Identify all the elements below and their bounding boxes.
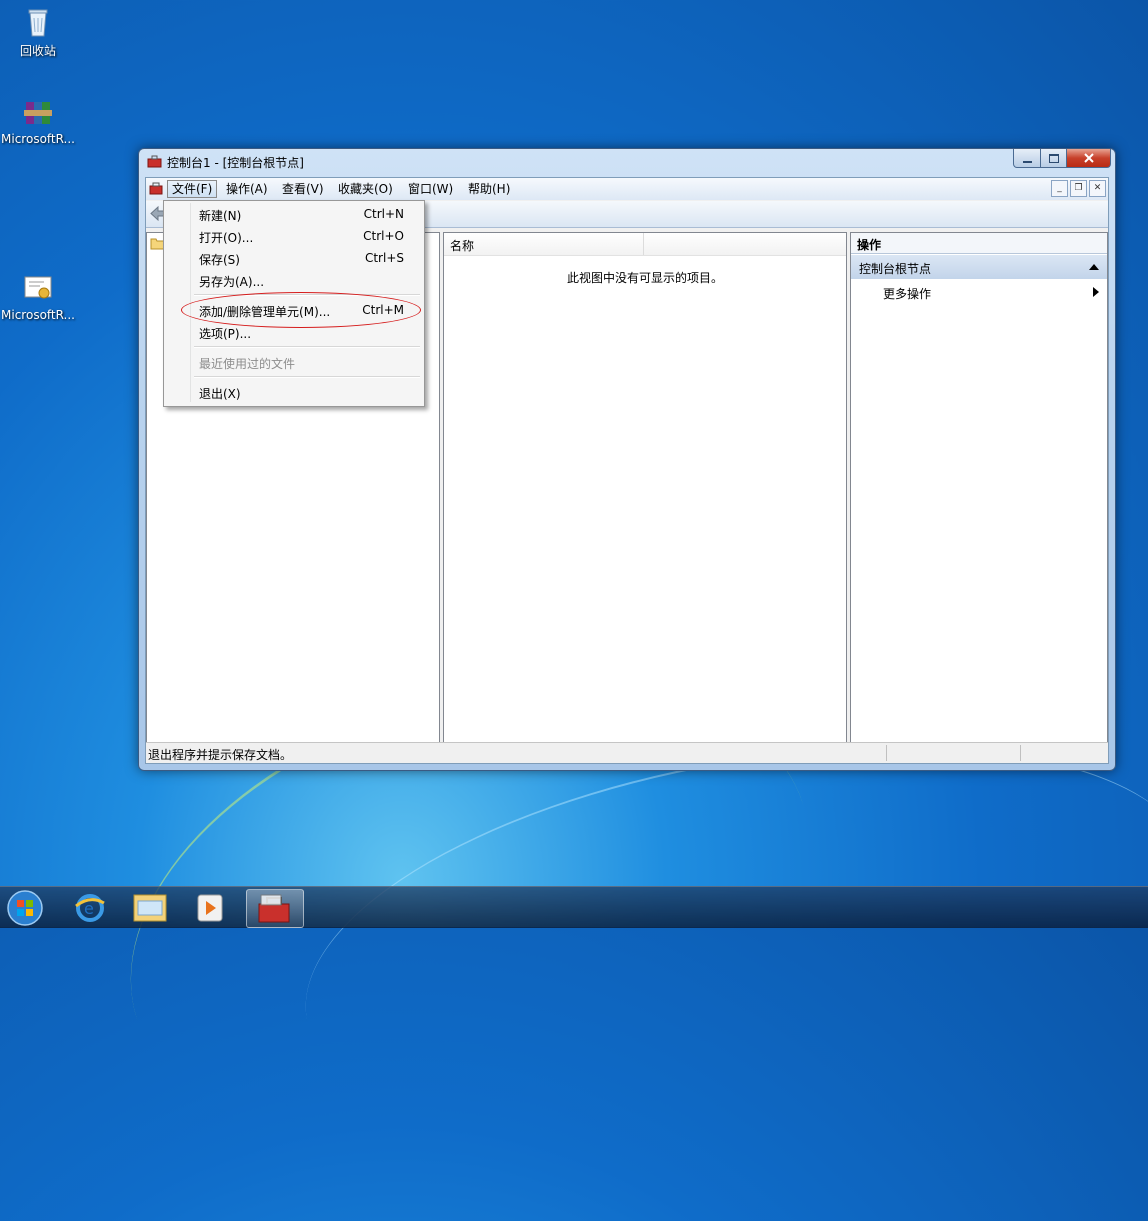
- status-divider: [1020, 745, 1021, 761]
- actions-node-label: 控制台根节点: [859, 262, 932, 276]
- menu-item-new[interactable]: 新建(N) Ctrl+N: [166, 203, 422, 225]
- mdi-minimize-button[interactable]: _: [1051, 180, 1068, 197]
- menu-item-label: 添加/删除管理单元(M)...: [199, 305, 331, 319]
- menu-item-recent-files: 最近使用过的文件: [166, 351, 422, 373]
- desktop-icon-label: MicrosoftR...: [1, 308, 75, 322]
- certificate-icon: [22, 272, 54, 304]
- taskbar-explorer-button[interactable]: [122, 889, 178, 926]
- menu-favorites[interactable]: 收藏夹(O): [334, 181, 397, 197]
- taskbar-mmc-button[interactable]: [246, 889, 304, 928]
- menu-item-label: 打开(O)...: [199, 231, 254, 245]
- menu-separator: [194, 346, 420, 348]
- taskbar: e: [0, 886, 1148, 928]
- svg-text:e: e: [84, 899, 94, 918]
- file-menu-dropdown: 新建(N) Ctrl+N 打开(O)... Ctrl+O 保存(S) Ctrl+…: [163, 200, 425, 407]
- menu-file[interactable]: 文件(F): [167, 180, 218, 198]
- close-button[interactable]: [1067, 149, 1111, 168]
- actions-node-section[interactable]: 控制台根节点: [851, 255, 1107, 279]
- actions-title: 操作: [857, 238, 882, 252]
- menu-item-shortcut: Ctrl+S: [364, 251, 404, 265]
- menu-item-shortcut: Ctrl+M: [362, 303, 404, 317]
- submenu-arrow-icon: [1093, 287, 1099, 297]
- taskbar-media-player-button[interactable]: [182, 889, 238, 926]
- menu-item-label: 选项(P)...: [199, 327, 252, 341]
- internet-explorer-icon: e: [75, 894, 105, 922]
- desktop-icon-recycle-bin[interactable]: 回收站: [0, 6, 76, 59]
- collapse-arrow-icon[interactable]: [1089, 264, 1099, 270]
- minimize-button[interactable]: [1013, 149, 1041, 168]
- column-separator[interactable]: [643, 233, 644, 255]
- menu-item-options[interactable]: 选项(P)...: [166, 321, 422, 343]
- start-button[interactable]: [4, 888, 46, 928]
- menu-item-label: 保存(S): [199, 253, 240, 267]
- menu-item-save-as[interactable]: 另存为(A)...: [166, 269, 422, 291]
- desktop-icon-label: 回收站: [19, 44, 56, 58]
- restore-icon: ❐: [1074, 183, 1083, 193]
- minimize-icon: _: [1057, 183, 1062, 193]
- close-icon: [1083, 153, 1094, 163]
- menu-separator: [194, 376, 420, 378]
- status-divider: [886, 745, 887, 761]
- menu-help[interactable]: 帮助(H): [464, 181, 514, 197]
- taskbar-ie-button[interactable]: e: [62, 889, 118, 926]
- maximize-icon: [1048, 153, 1059, 163]
- menu-action[interactable]: 操作(A): [222, 181, 272, 197]
- media-player-icon: [197, 894, 223, 922]
- menu-item-label: 退出(X): [199, 387, 241, 401]
- recycle-bin-icon: [22, 6, 54, 38]
- menu-item-label: 最近使用过的文件: [199, 357, 296, 371]
- menu-window[interactable]: 窗口(W): [404, 181, 457, 197]
- status-bar: 退出程序并提示保存文档。: [146, 742, 1108, 763]
- folder-icon: [133, 894, 167, 922]
- desktop-icon-label: MicrosoftR...: [1, 132, 75, 146]
- title-bar[interactable]: 控制台1 - [控制台根节点]: [139, 149, 1115, 175]
- actions-pane: 操作 控制台根节点 更多操作: [850, 232, 1108, 743]
- more-actions-label: 更多操作: [883, 287, 932, 301]
- mdi-restore-button[interactable]: ❐: [1070, 180, 1087, 197]
- window-title: 控制台1 - [控制台根节点]: [167, 156, 304, 170]
- menu-item-exit[interactable]: 退出(X): [166, 381, 422, 403]
- menu-item-add-remove-snapin[interactable]: 添加/删除管理单元(M)... Ctrl+M: [166, 299, 422, 321]
- minimize-icon: [1022, 160, 1032, 163]
- menu-item-save[interactable]: 保存(S) Ctrl+S: [166, 247, 422, 269]
- menu-item-label: 新建(N): [199, 209, 242, 223]
- menu-item-shortcut: Ctrl+N: [363, 207, 404, 221]
- empty-list-message: 此视图中没有可显示的项目。: [566, 271, 723, 285]
- status-text: 退出程序并提示保存文档。: [148, 748, 293, 762]
- desktop-icon-winrar[interactable]: MicrosoftR...: [0, 96, 76, 146]
- column-name-header[interactable]: 名称: [450, 237, 474, 254]
- menu-bar: 文件(F) 操作(A) 查看(V) 收藏夹(O) 窗口(W) 帮助(H) _ ❐…: [146, 178, 1108, 200]
- toolbox-icon[interactable]: [149, 182, 163, 195]
- menu-view[interactable]: 查看(V): [278, 181, 328, 197]
- more-actions-item[interactable]: 更多操作: [851, 281, 1107, 303]
- toolbox-icon: [258, 894, 290, 923]
- menu-item-shortcut: Ctrl+O: [363, 229, 404, 243]
- windows-start-icon: [7, 890, 43, 926]
- toolbox-icon: [147, 155, 162, 168]
- close-icon: ✕: [1093, 183, 1102, 193]
- menu-separator: [194, 294, 420, 296]
- desktop-icon-certificate[interactable]: MicrosoftR...: [0, 272, 76, 322]
- menu-item-label: 另存为(A)...: [199, 275, 265, 289]
- list-header: 名称: [444, 233, 846, 256]
- maximize-button[interactable]: [1041, 149, 1067, 168]
- actions-header: 操作: [851, 233, 1107, 254]
- mdi-close-button[interactable]: ✕: [1089, 180, 1106, 197]
- menu-item-open[interactable]: 打开(O)... Ctrl+O: [166, 225, 422, 247]
- result-list-pane[interactable]: 名称 此视图中没有可显示的项目。: [443, 232, 847, 743]
- winrar-archive-icon: [22, 96, 54, 128]
